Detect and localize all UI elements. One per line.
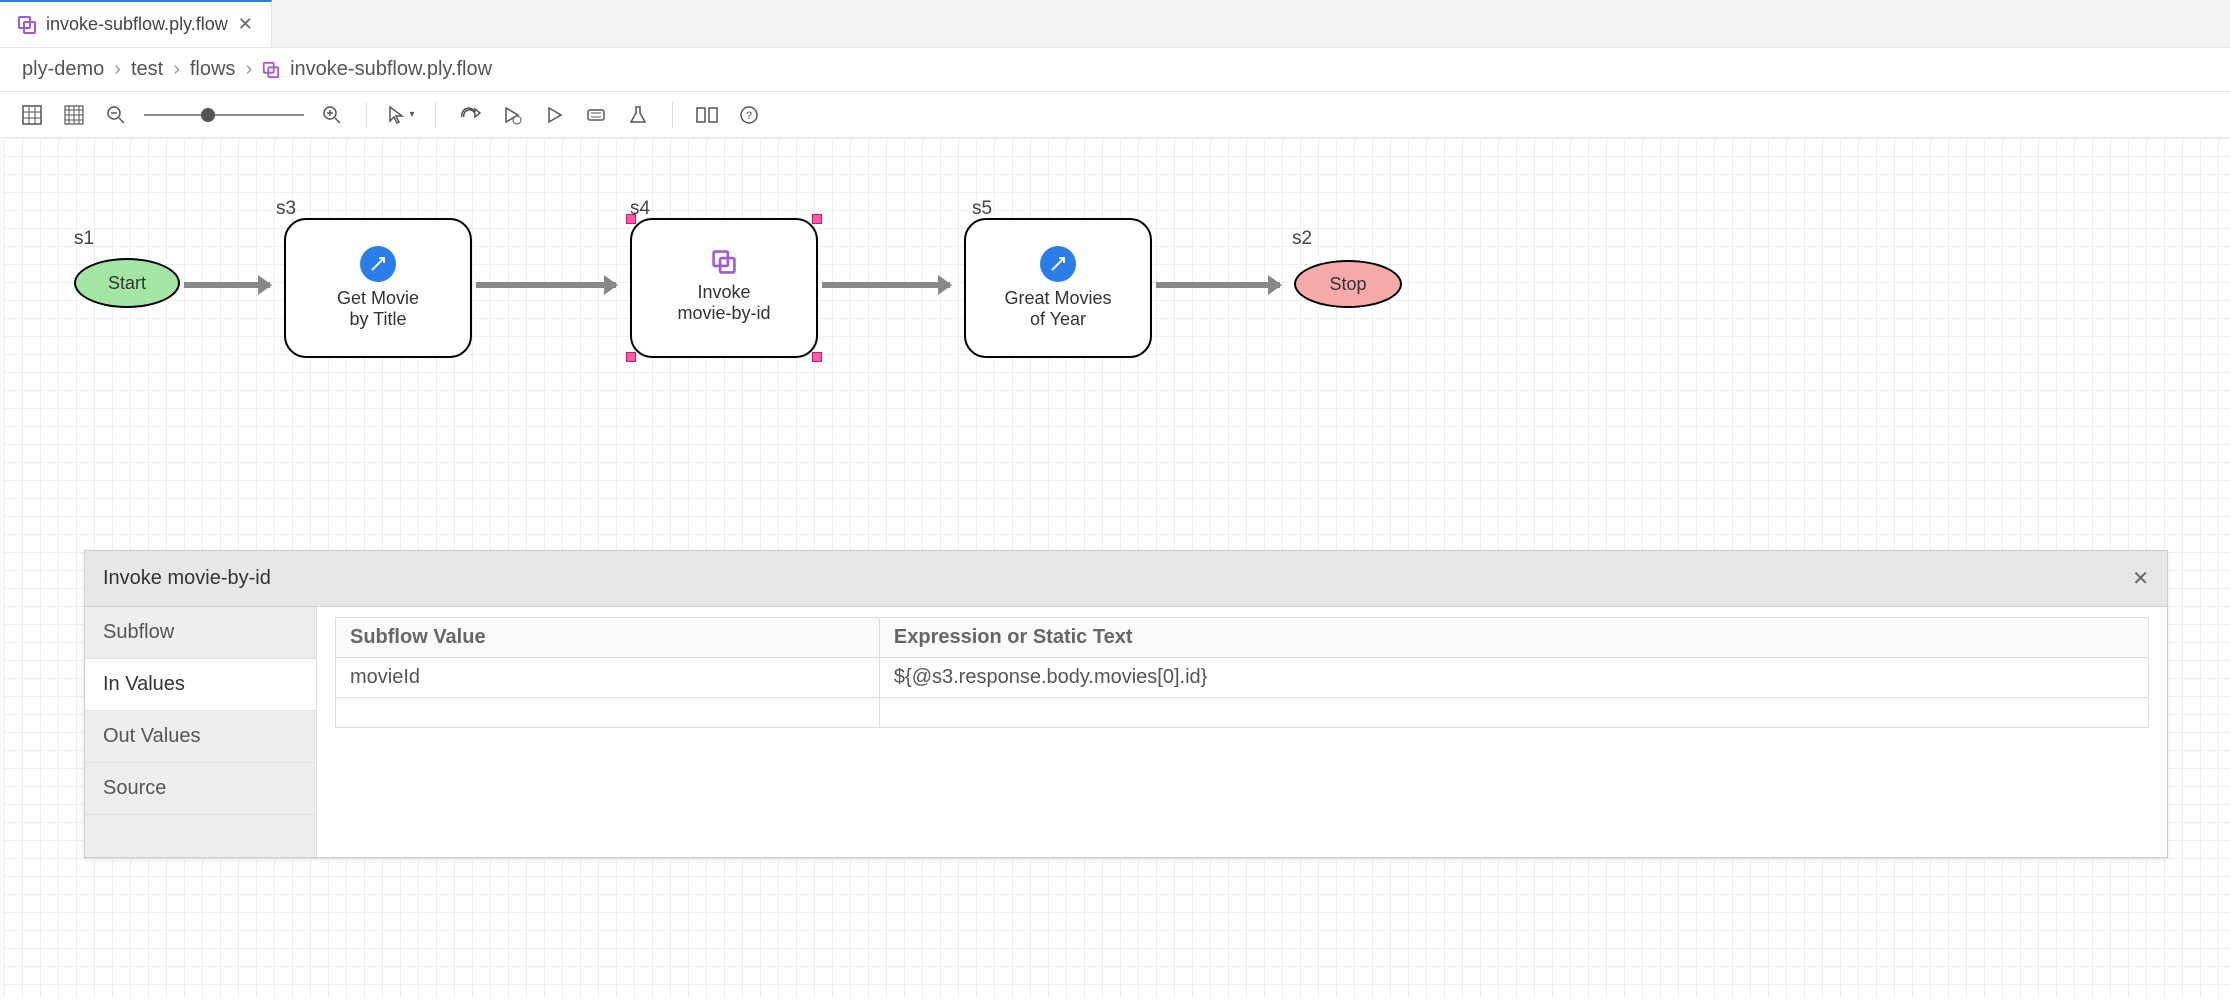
flow-connector[interactable] [184, 282, 270, 288]
request-icon [1040, 246, 1076, 282]
flask-icon[interactable] [624, 101, 652, 129]
step-title: Get Movie by Title [337, 288, 419, 330]
grid-header: Expression or Static Text [879, 618, 2148, 658]
tab-title: invoke-subflow.ply.flow [46, 14, 228, 35]
selection-handle[interactable] [626, 214, 636, 224]
node-id-label: s3 [276, 198, 296, 220]
close-icon[interactable]: ✕ [238, 14, 253, 35]
selection-handle[interactable] [812, 352, 822, 362]
editor-tab[interactable]: invoke-subflow.ply.flow ✕ [0, 0, 272, 47]
step-title: Invoke movie-by-id [677, 282, 770, 324]
flow-connector[interactable] [1156, 282, 1280, 288]
breadcrumb-item[interactable]: test [131, 58, 163, 81]
panel-tab-source[interactable]: Source [85, 763, 316, 815]
stop-node[interactable]: Stop [1294, 260, 1402, 308]
start-label: Start [108, 273, 146, 294]
node-id-label: s1 [74, 228, 94, 250]
step-node-s3[interactable]: Get Movie by Title [284, 218, 472, 358]
panel-content: Subflow Value Expression or Static Text … [317, 607, 2167, 857]
step-title: Great Movies of Year [1004, 288, 1111, 330]
grid-row-empty[interactable] [336, 698, 2149, 728]
flow-canvas[interactable]: s1 s3 s4 s5 s2 Start Get Movie by Title … [0, 138, 2230, 998]
grid-icon[interactable] [18, 101, 46, 129]
separator [435, 102, 436, 128]
grid-dense-icon[interactable] [60, 101, 88, 129]
panel-tabs: Subflow In Values Out Values Source [85, 607, 317, 857]
grid-row[interactable]: movieId ${@s3.response.body.movies[0].id… [336, 658, 2149, 698]
panel-header: Invoke movie-by-id ✕ [85, 551, 2167, 607]
panel-tab-subflow[interactable]: Subflow [85, 607, 316, 659]
select-mode-icon[interactable]: ▾ [387, 101, 415, 129]
panel-tab-in-values[interactable]: In Values [85, 659, 316, 711]
toolbar: ▾ ? [0, 92, 2230, 138]
subflow-icon [715, 253, 733, 276]
zoom-out-icon[interactable] [102, 101, 130, 129]
separator [366, 102, 367, 128]
step-node-s5[interactable]: Great Movies of Year [964, 218, 1152, 358]
grid-cell-value[interactable]: ${@s3.response.body.movies[0].id} [879, 658, 2148, 698]
help-icon[interactable]: ? [735, 101, 763, 129]
flow-icon [263, 61, 279, 77]
chevron-right-icon: › [245, 58, 252, 81]
flow-connector[interactable] [476, 282, 616, 288]
grid-header: Subflow Value [336, 618, 880, 658]
selection-handle[interactable] [812, 214, 822, 224]
flow-icon [18, 16, 36, 34]
selection-handle[interactable] [626, 352, 636, 362]
node-id-label: s2 [1292, 228, 1312, 250]
breadcrumb: ply-demo › test › flows › invoke-subflow… [0, 48, 2230, 92]
breadcrumb-item[interactable]: invoke-subflow.ply.flow [290, 58, 492, 81]
tab-bar: invoke-subflow.ply.flow ✕ [0, 0, 2230, 48]
redo-icon[interactable] [456, 101, 484, 129]
separator [672, 102, 673, 128]
breadcrumb-item[interactable]: ply-demo [22, 58, 104, 81]
chevron-right-icon: › [114, 58, 121, 81]
run-debug-icon[interactable] [498, 101, 526, 129]
in-values-grid: Subflow Value Expression or Static Text … [335, 617, 2149, 728]
properties-panel: Invoke movie-by-id ✕ Subflow In Values O… [84, 550, 2168, 858]
form-icon[interactable] [582, 101, 610, 129]
close-icon[interactable]: ✕ [2132, 566, 2149, 591]
zoom-slider[interactable] [144, 101, 304, 129]
stop-label: Stop [1329, 274, 1366, 295]
panel-tab-out-values[interactable]: Out Values [85, 711, 316, 763]
play-icon[interactable] [540, 101, 568, 129]
panel-title: Invoke movie-by-id [103, 567, 271, 590]
zoom-in-icon[interactable] [318, 101, 346, 129]
breadcrumb-item[interactable]: flows [190, 58, 236, 81]
request-icon [360, 246, 396, 282]
compare-icon[interactable] [693, 101, 721, 129]
node-id-label: s5 [972, 198, 992, 220]
step-node-s4[interactable]: Invoke movie-by-id [630, 218, 818, 358]
chevron-right-icon: › [173, 58, 180, 81]
svg-text:?: ? [746, 110, 752, 122]
grid-cell-key[interactable]: movieId [336, 658, 880, 698]
start-node[interactable]: Start [74, 258, 180, 308]
flow-connector[interactable] [822, 282, 950, 288]
